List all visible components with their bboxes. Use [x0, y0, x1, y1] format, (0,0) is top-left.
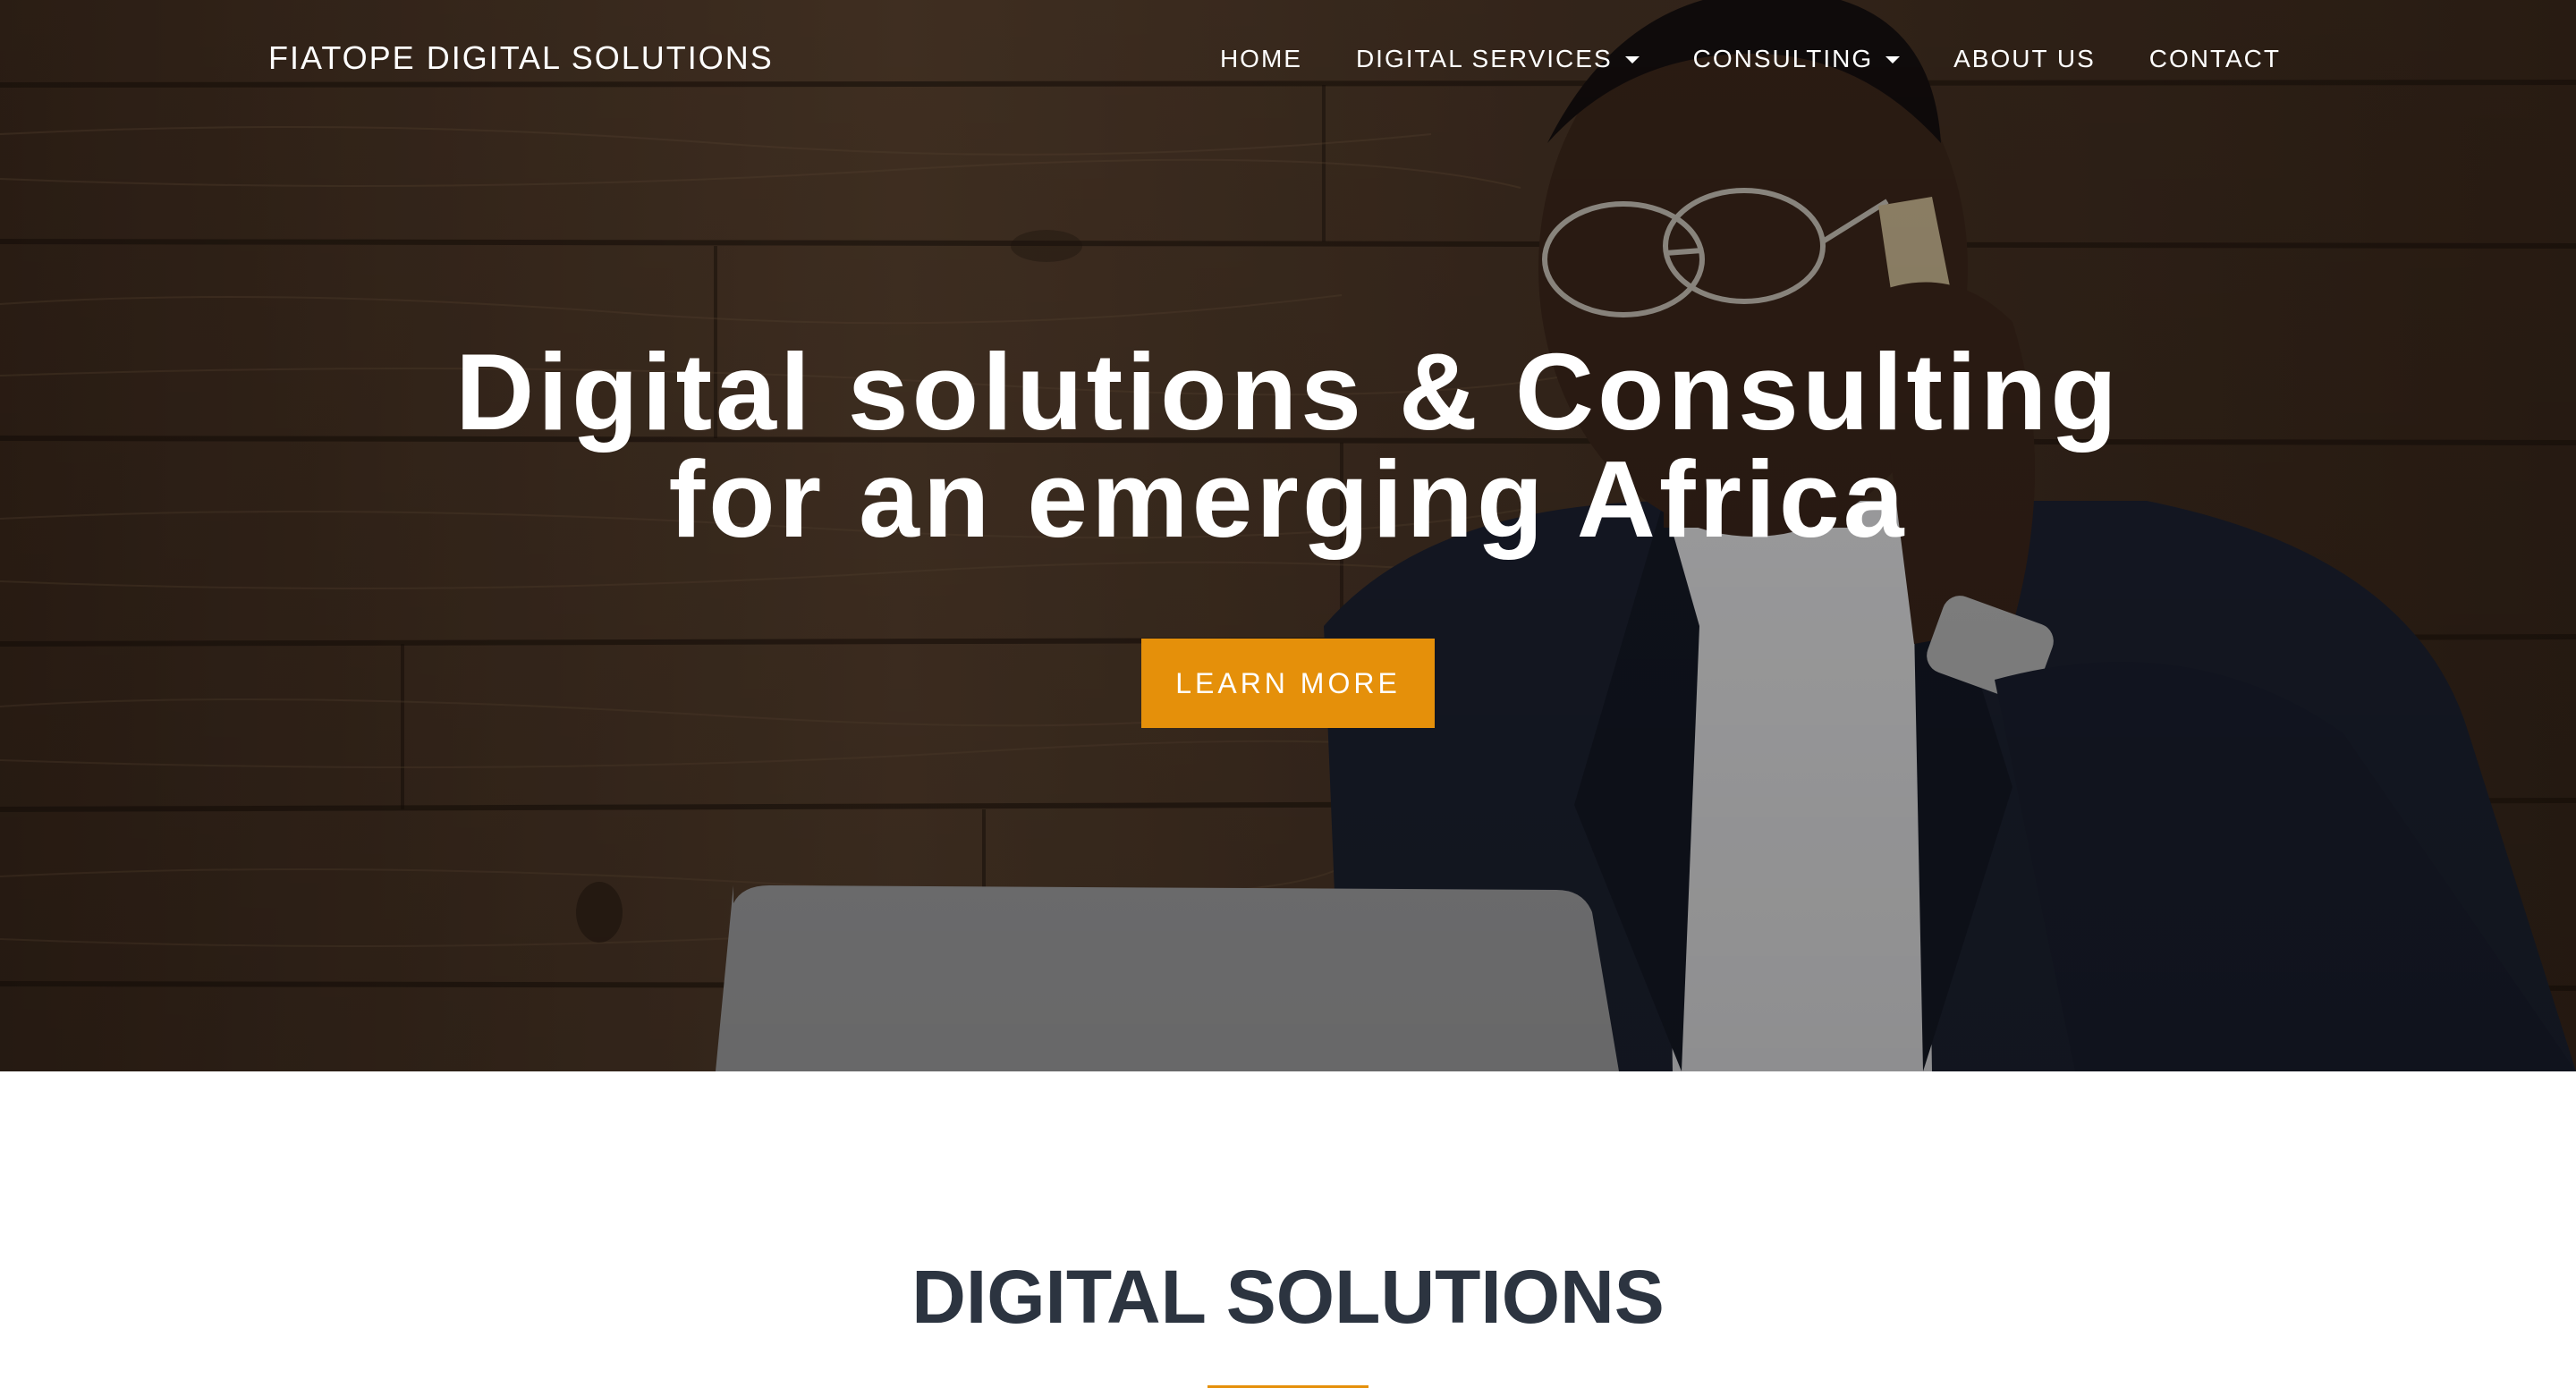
nav-item-label: ABOUT US [1953, 45, 2096, 72]
navbar: FIATOPE DIGITAL SOLUTIONS HOME DIGITAL S… [0, 0, 2576, 122]
page: FIATOPE DIGITAL SOLUTIONS HOME DIGITAL S… [0, 0, 2576, 1388]
caret-down-icon [1885, 56, 1901, 63]
caret-down-icon [1624, 56, 1640, 63]
learn-more-button[interactable]: LEARN MORE [1141, 639, 1435, 728]
hero-title-line-2: for an emerging Africa [668, 438, 1908, 560]
nav-item-consulting[interactable]: CONSULTING [1693, 45, 1901, 73]
nav-item-contact[interactable]: CONTACT [2149, 45, 2281, 73]
nav-item-home[interactable]: HOME [1220, 45, 1302, 73]
section-title-digital-solutions: DIGITAL SOLUTIONS [911, 1255, 1665, 1339]
nav-item-label: HOME [1219, 45, 1302, 72]
nav-item-label: CONSULTING [1692, 45, 1874, 72]
hero-title-line-1: Digital solutions & Consulting [455, 331, 2121, 453]
hero-title: Digital solutions & Consulting for an em… [0, 331, 2576, 560]
nav-item-label: CONTACT [2148, 45, 2281, 72]
nav-item-about-us[interactable]: ABOUT US [1953, 45, 2096, 73]
nav-item-digital-services[interactable]: DIGITAL SERVICES [1356, 45, 1640, 73]
hero-section: FIATOPE DIGITAL SOLUTIONS HOME DIGITAL S… [0, 0, 2576, 1071]
nav-item-label: DIGITAL SERVICES [1355, 45, 1613, 72]
main-nav: HOME DIGITAL SERVICES CONSULTING ABOUT U… [1166, 45, 2281, 73]
brand-logo-link[interactable]: FIATOPE DIGITAL SOLUTIONS [268, 39, 774, 77]
